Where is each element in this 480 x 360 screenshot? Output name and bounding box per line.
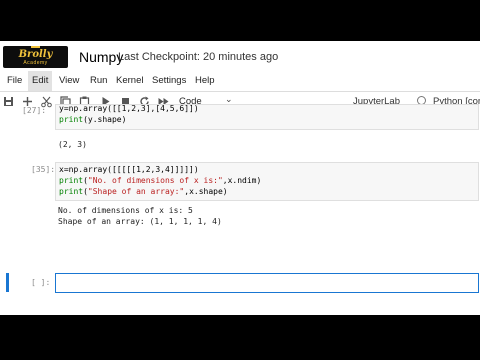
- active-code-cell[interactable]: [ ]: ✦: [0, 272, 480, 296]
- menu-file[interactable]: File: [3, 71, 26, 91]
- code-text: ,x.shape): [184, 187, 228, 196]
- menu-view[interactable]: View: [55, 71, 83, 91]
- brolly-academy-logo[interactable]: Brolly Academy: [3, 46, 68, 68]
- active-cell-indicator: [6, 273, 9, 292]
- cell-output: No. of dimensions of x is: 5: [58, 206, 193, 215]
- string-literal: "No. of dimensions of x is:": [87, 176, 223, 185]
- jupyter-window: Brolly Academy Numpy Last Checkpoint: 20…: [0, 41, 480, 315]
- last-checkpoint: Last Checkpoint: 20 minutes ago: [118, 51, 279, 63]
- code-line: print("Shape of an array:",x.shape): [59, 187, 228, 196]
- save-icon[interactable]: [2, 95, 15, 108]
- menu-help[interactable]: Help: [191, 71, 219, 91]
- code-text: (y.shape): [83, 115, 127, 124]
- cell-prompt: [27]:: [22, 106, 47, 115]
- menu-edit[interactable]: Edit: [28, 71, 53, 91]
- menu-kernel[interactable]: Kernel: [112, 71, 147, 91]
- code-line: x=np.array([[[[[1,2,3,4]]]]]): [59, 165, 199, 174]
- cell-input[interactable]: ✦: [55, 273, 479, 293]
- header: Brolly Academy Numpy Last Checkpoint: 20…: [0, 41, 480, 71]
- code-line: print(y.shape): [59, 115, 126, 124]
- menu-run[interactable]: Run: [86, 71, 111, 91]
- cell-output: (2, 3): [58, 140, 87, 149]
- print-keyword: print: [59, 115, 84, 124]
- code-line: print("No. of dimensions of x is:",x.ndi…: [59, 176, 262, 185]
- logo-sub-text: Academy: [23, 60, 48, 66]
- print-keyword: print: [59, 176, 84, 185]
- notebook-area[interactable]: [27]: y=np.array([[1,2,3],[4,5,6]]) prin…: [0, 104, 480, 315]
- cell-output: Shape of an array: (1, 1, 1, 1, 4): [58, 217, 222, 226]
- cell-input[interactable]: y=np.array([[1,2,3],[4,5,6]]) print(y.sh…: [55, 104, 479, 130]
- menubar: File Edit View Run Kernel Settings Help: [0, 71, 480, 91]
- print-keyword: print: [59, 187, 84, 196]
- string-literal: "Shape of an array:": [87, 187, 185, 196]
- cell-input[interactable]: x=np.array([[[[[1,2,3,4]]]]]) print("No.…: [55, 162, 479, 201]
- code-text: ,x.ndim): [222, 176, 262, 185]
- graduation-cap-icon: [31, 46, 40, 52]
- menu-settings[interactable]: Settings: [148, 71, 190, 91]
- notebook-title[interactable]: Numpy: [79, 49, 123, 65]
- code-line: y=np.array([[1,2,3],[4,5,6]]): [59, 104, 199, 113]
- cell-prompt: [35]:: [31, 165, 56, 174]
- cell-prompt: [ ]:: [31, 278, 51, 287]
